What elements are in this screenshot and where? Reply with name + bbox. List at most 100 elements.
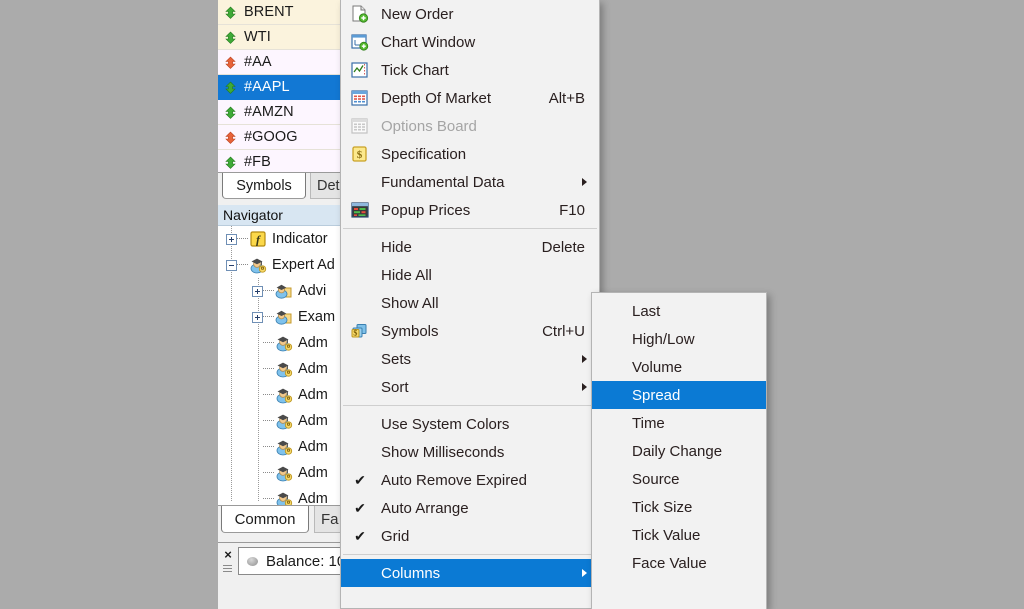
- check-icon: ✔: [354, 528, 366, 544]
- navigator-item[interactable]: Adm: [218, 460, 358, 486]
- depth-market-icon: [349, 88, 371, 108]
- columns-submenu: Last High/Low Volume Spread Time Daily Change…: [591, 292, 767, 609]
- menu-item-depth-of-market[interactable]: Depth Of Market Alt+B: [341, 84, 599, 112]
- specification-icon: $: [349, 144, 371, 164]
- submenu-item-tick-size[interactable]: Tick Size: [592, 493, 766, 521]
- navigator-item[interactable]: Adm: [218, 408, 358, 434]
- options-board-icon: [349, 116, 371, 136]
- navigator-item[interactable]: Adm: [218, 382, 358, 408]
- symbol-label: BRENT: [244, 4, 294, 20]
- popup-prices-icon: [349, 200, 371, 220]
- menu-item-sets[interactable]: Sets: [341, 345, 599, 373]
- menu-item-label: Columns: [381, 564, 441, 582]
- svg-text:$: $: [353, 328, 357, 337]
- close-icon[interactable]: ×: [222, 548, 234, 561]
- menu-item-specification[interactable]: $ Specification: [341, 140, 599, 168]
- expert-advisor-icon: [248, 256, 268, 274]
- navigator-item[interactable]: Exam: [218, 304, 358, 330]
- tree-connector: [263, 446, 274, 448]
- collapse-minus-icon[interactable]: [226, 259, 237, 271]
- menu-item-symbols[interactable]: $ Symbols Ctrl+U: [341, 317, 599, 345]
- navigator-item-label: Adm: [298, 439, 328, 455]
- check-icon: ✔: [354, 472, 366, 488]
- expand-plus-icon[interactable]: [252, 285, 263, 297]
- account-dot-icon: [247, 556, 258, 566]
- navigator-item[interactable]: Adm: [218, 330, 358, 356]
- menu-item-use-system-colors[interactable]: Use System Colors: [341, 410, 599, 438]
- menu-item-popup-prices[interactable]: Popup Prices F10: [341, 196, 599, 224]
- submenu-item-face-value[interactable]: Face Value: [592, 549, 766, 577]
- tab-symbols[interactable]: Symbols: [222, 173, 306, 199]
- submenu-item-tick-value[interactable]: Tick Value: [592, 521, 766, 549]
- market-watch-row[interactable]: #AA: [218, 50, 358, 75]
- folder-expert-icon: [274, 282, 294, 300]
- navigator-item[interactable]: Advi: [218, 278, 358, 304]
- menu-item-shortcut: F10: [559, 201, 585, 219]
- symbol-label: #FB: [244, 154, 271, 170]
- menu-separator: [343, 405, 597, 406]
- navigator-item-label: Exam: [298, 309, 336, 325]
- tree-connector: [263, 498, 274, 500]
- menu-item-columns[interactable]: Columns: [341, 559, 599, 587]
- market-watch-row[interactable]: #GOOG: [218, 125, 358, 150]
- arrow-up-icon: [224, 6, 237, 19]
- symbol-label: WTI: [244, 29, 271, 45]
- navigator-item[interactable]: f Indicator: [218, 226, 358, 252]
- market-watch-row[interactable]: #AMZN: [218, 100, 358, 125]
- grip-icon[interactable]: [223, 565, 232, 574]
- menu-item-show-all[interactable]: Show All: [341, 289, 599, 317]
- navigator-item-label: Adm: [298, 413, 328, 429]
- arrow-up-icon: [224, 81, 237, 94]
- submenu-item-volume[interactable]: Volume: [592, 353, 766, 381]
- market-watch-row[interactable]: BRENT: [218, 0, 358, 25]
- navigator-item[interactable]: Expert Ad: [218, 252, 358, 278]
- menu-item-new-order[interactable]: New Order: [341, 0, 599, 28]
- submenu-item-last[interactable]: Last: [592, 297, 766, 325]
- submenu-item-label: Daily Change: [632, 442, 723, 460]
- menu-item-tick-chart[interactable]: Tick Chart: [341, 56, 599, 84]
- navigator-title: Navigator: [218, 205, 358, 226]
- navigator-item[interactable]: Adm: [218, 434, 358, 460]
- expand-plus-icon[interactable]: [252, 311, 263, 323]
- menu-item-fundamental-data[interactable]: Fundamental Data: [341, 168, 599, 196]
- submenu-item-daily-change[interactable]: Daily Change: [592, 437, 766, 465]
- check-icon: ✔: [354, 500, 366, 516]
- menu-separator: [343, 554, 597, 555]
- menu-item-sort[interactable]: Sort: [341, 373, 599, 401]
- menu-item-hide-all[interactable]: Hide All: [341, 261, 599, 289]
- navigator-item[interactable]: Adm: [218, 356, 358, 382]
- menu-item-label: Popup Prices: [381, 201, 471, 219]
- market-watch-tabstrip: Symbols Det: [218, 172, 358, 199]
- tab-favorites-label: Fa: [321, 510, 339, 528]
- tab-common[interactable]: Common: [221, 506, 309, 533]
- menu-item-label: Auto Remove Expired: [381, 471, 527, 489]
- menu-item-show-milliseconds[interactable]: Show Milliseconds: [341, 438, 599, 466]
- expand-plus-icon[interactable]: [226, 233, 237, 245]
- tree-connector: [263, 316, 274, 318]
- expert-advisor-icon: [274, 438, 294, 456]
- tree-connector: [237, 238, 248, 240]
- menu-item-auto-arrange[interactable]: ✔ Auto Arrange: [341, 494, 599, 522]
- navigator-item-label: Adm: [298, 465, 328, 481]
- menu-item-label: Chart Window: [381, 33, 476, 51]
- menu-item-hide[interactable]: Hide Delete: [341, 233, 599, 261]
- arrow-down-icon: [224, 56, 237, 69]
- market-watch-row[interactable]: #AAPL: [218, 75, 358, 100]
- function-icon: f: [248, 230, 268, 248]
- navigator-title-label: Navigator: [223, 207, 283, 223]
- menu-item-chart-window[interactable]: Chart Window: [341, 28, 599, 56]
- submenu-item-high-low[interactable]: High/Low: [592, 325, 766, 353]
- expert-advisor-icon: [274, 386, 294, 404]
- market-watch-row[interactable]: WTI: [218, 25, 358, 50]
- tab-details-label: Det: [317, 177, 340, 194]
- submenu-item-source[interactable]: Source: [592, 465, 766, 493]
- submenu-item-spread[interactable]: Spread: [592, 381, 766, 409]
- navigator-item-label: Adm: [298, 387, 328, 403]
- submenu-item-time[interactable]: Time: [592, 409, 766, 437]
- submenu-item-label: Source: [632, 470, 680, 488]
- menu-icon-placeholder: [349, 265, 371, 285]
- menu-item-auto-remove-expired[interactable]: ✔ Auto Remove Expired: [341, 466, 599, 494]
- menu-item-label: Show All: [381, 294, 439, 312]
- arrow-up-icon: [224, 156, 237, 169]
- menu-item-grid[interactable]: ✔ Grid: [341, 522, 599, 550]
